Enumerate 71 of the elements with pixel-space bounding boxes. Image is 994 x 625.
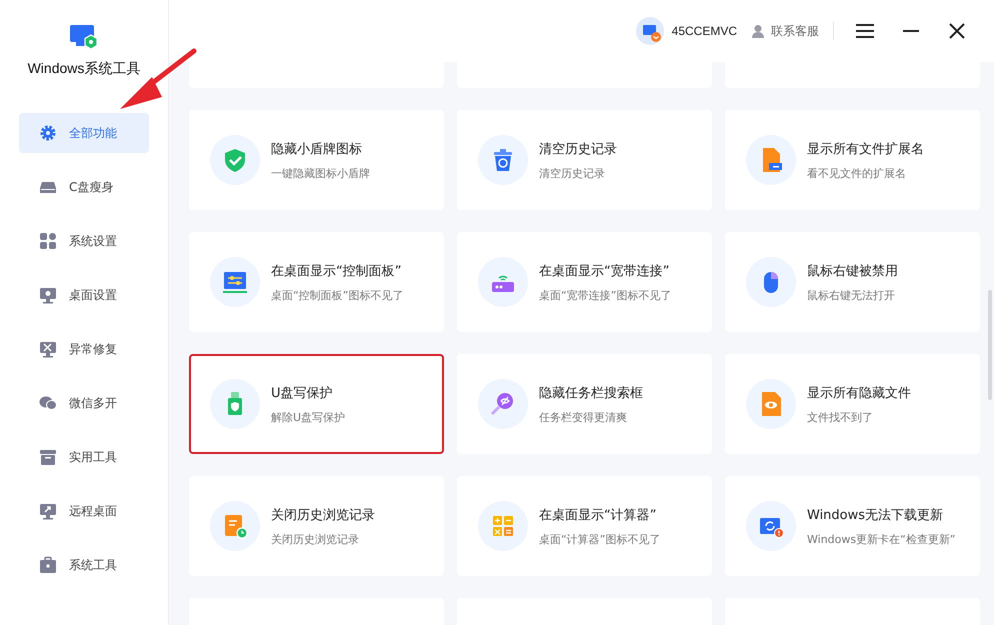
card-subtitle: 任务栏变得更清爽 [539, 410, 628, 424]
feature-card[interactable]: 在桌面显示“计算器” 桌面“计算器”图标不见了 [457, 476, 712, 576]
sidebar-item[interactable]: 异常修复 [19, 329, 149, 369]
sidebar-item[interactable]: 系统工具 [19, 545, 149, 585]
feature-icon [478, 501, 528, 551]
feature-icon [210, 501, 260, 551]
feature-icon [746, 379, 796, 429]
monitor-tools-icon [39, 340, 57, 358]
sidebar-item[interactable]: 系统设置 [19, 221, 149, 261]
feature-card[interactable]: 在桌面显示“控制面板” 桌面“控制面板”图标不见了 [189, 232, 444, 332]
feature-icon [210, 135, 260, 185]
avatar-icon[interactable] [636, 17, 664, 45]
sidebar-item[interactable]: 微信多开 [19, 383, 149, 423]
feature-icon [746, 501, 796, 551]
feature-card[interactable]: Windows无法下载更新 Windows更新卡在“检查更新” [725, 476, 980, 576]
card-subtitle: 桌面“控制面板”图标不见了 [271, 288, 404, 302]
card-subtitle: Windows更新卡在“检查更新” [807, 532, 956, 546]
card-subtitle: 桌面“宽带连接”图标不见了 [539, 288, 672, 302]
sidebar-item[interactable]: 远程桌面 [19, 491, 149, 531]
feature-card[interactable]: U盘写保护 解除U盘写保护 [189, 354, 444, 454]
feature-icon [746, 135, 796, 185]
feature-icon [478, 379, 528, 429]
feature-card[interactable]: 隐藏小盾牌图标 一键隐藏图标小盾牌 [189, 110, 444, 210]
sidebar-item[interactable]: 全部功能 [19, 113, 149, 153]
card-title: 在桌面显示“控制面板” [271, 262, 402, 280]
support-link[interactable]: 联系客服 [751, 22, 819, 40]
card-subtitle: 文件找不到了 [807, 410, 874, 424]
card-subtitle: 解除U盘写保护 [271, 410, 346, 424]
archive-box-icon [39, 448, 57, 466]
card-title: 在桌面显示“计算器” [539, 506, 658, 524]
settings-icon [39, 124, 57, 142]
monitor-arrow-icon [39, 502, 57, 520]
card-title: 在桌面显示“宽带连接” [539, 262, 670, 280]
feature-card[interactable]: 清空历史记录 清空历史记录 [457, 110, 712, 210]
card-title: 显示所有隐藏文件 [807, 384, 911, 402]
card-title: 显示所有文件扩展名 [807, 140, 924, 158]
card-subtitle: 桌面“计算器”图标不见了 [539, 532, 660, 546]
chat-bubbles-icon [39, 394, 57, 412]
feature-icon [210, 257, 260, 307]
monitor-icon [39, 286, 57, 304]
app-title: Windows系统工具 [28, 60, 140, 78]
card-title: 鼠标右键被禁用 [807, 262, 898, 280]
card-subtitle: 鼠标右键无法打开 [807, 288, 896, 302]
feature-icon [478, 135, 528, 185]
card-subtitle: 一键隐藏图标小盾牌 [271, 166, 370, 180]
card-subtitle: 看不见文件的扩展名 [807, 166, 907, 180]
feature-icon [746, 257, 796, 307]
briefcase-icon [39, 556, 57, 574]
card-title: U盘写保护 [271, 384, 334, 402]
feature-card[interactable]: 鼠标右键被禁用 鼠标右键无法打开 [725, 232, 980, 332]
feature-card[interactable]: 隐藏任务栏搜索框 任务栏变得更清爽 [457, 354, 712, 454]
account-id: 45CCEMVC [672, 24, 737, 38]
feature-card[interactable]: 显示所有隐藏文件 文件找不到了 [725, 354, 980, 454]
scrollbar[interactable] [988, 290, 992, 400]
card-title: 隐藏小盾牌图标 [271, 140, 363, 158]
feature-icon [210, 379, 260, 429]
feature-card[interactable]: 显示所有文件扩展名 看不见文件的扩展名 [725, 110, 980, 210]
apps-grid-icon [39, 232, 57, 250]
feature-card[interactable]: 在桌面显示“宽带连接” 桌面“宽带连接”图标不见了 [457, 232, 712, 332]
sidebar-item[interactable]: 桌面设置 [19, 275, 149, 315]
person-icon [751, 24, 765, 38]
card-title: 关闭历史浏览记录 [271, 506, 375, 524]
sidebar-item[interactable]: 实用工具 [19, 437, 149, 477]
card-title: 清空历史记录 [539, 140, 617, 158]
card-subtitle: 关闭历史浏览记录 [271, 532, 360, 546]
sidebar-item[interactable]: C盘瘦身 [19, 167, 149, 207]
card-subtitle: 清空历史记录 [539, 166, 606, 180]
feature-card[interactable]: 关闭历史浏览记录 关闭历史浏览记录 [189, 476, 444, 576]
card-title: 隐藏任务栏搜索框 [539, 384, 643, 402]
feature-icon [478, 257, 528, 307]
card-title: Windows无法下载更新 [807, 506, 944, 524]
